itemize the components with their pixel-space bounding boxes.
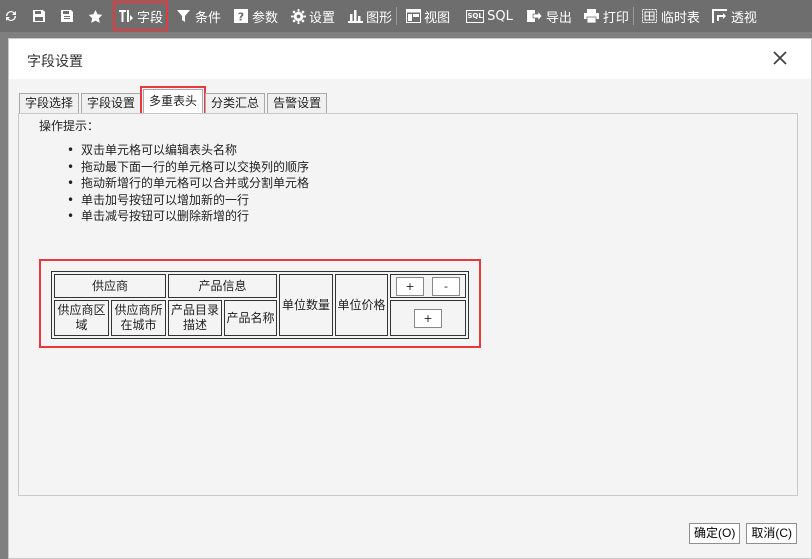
row-controls: + - [390,274,466,298]
add-row-button[interactable]: + [396,276,424,296]
cell-text: 域 [75,318,88,332]
toolbar-divider [396,7,398,25]
cell-text: 产品目录 [170,303,219,317]
multi-header-panel: 操作提示： 双击单元格可以编辑表头名称 拖动最下面一行的单元格可以交换列的顺序 … [18,113,798,496]
sql-button[interactable]: SQL SQL [466,3,513,29]
temp-table-icon [642,8,658,24]
header-cell-unit-qty[interactable]: 单位数量 [279,274,333,336]
close-icon[interactable] [771,49,789,67]
star-icon [87,8,103,24]
settings-label: 设置 [309,10,336,26]
view-button[interactable]: 视图 [405,3,450,29]
chart-button[interactable]: 图形 [347,3,392,29]
favorite-button[interactable] [87,3,103,29]
dialog-title: 字段设置 [27,54,83,70]
field-settings-dialog: 字段设置 字段选择 字段设置 多重表头 分类汇总 告警设置 操作提示： 双击单元… [8,38,812,559]
header-cell-supplier[interactable]: 供应商 [54,274,166,298]
cell-text: 描述 [182,318,207,332]
cancel-button[interactable]: 取消(C) [746,523,797,544]
sql-label: SQL [487,8,513,24]
print-button[interactable]: 打印 [584,3,629,29]
temp-table-label: 临时表 [660,10,700,26]
fields-label: 字段 [137,10,164,26]
tip-item: 双击单元格可以编辑表头名称 [67,142,309,159]
refresh-button[interactable] [3,3,19,29]
cell-text: 产品信息 [198,278,247,293]
pivot-icon [712,8,728,24]
settings-button[interactable]: 设置 [290,3,335,29]
remove-row-button[interactable]: - [432,276,460,296]
cell-text: 供应商 [91,278,128,293]
tab-group-summary[interactable]: 分类汇总 [205,93,266,113]
tab-field-select[interactable]: 字段选择 [19,93,80,113]
add-row-button[interactable]: + [414,308,442,328]
params-label: 参数 [252,10,279,26]
chart-label: 图形 [366,10,393,26]
cell-text: 供应商区 [57,303,106,317]
header-cell-product-desc[interactable]: 产品目录 描述 [168,300,222,336]
header-cell-unit-price[interactable]: 单位价格 [335,274,388,336]
tip-item: 拖动最下面一行的单元格可以交换列的顺序 [67,159,309,176]
dialog-header: 字段设置 [9,39,811,79]
view-label: 视图 [424,10,451,26]
pivot-button[interactable]: 透视 [712,3,757,29]
main-toolbar: 字段 条件 ? 参数 设置 图形 视图 SQL SQL 导出 打印 临时表 透视 [0,0,812,32]
header-grid: 供应商 产品信息 单位数量 单位价格 + - 供应商区域 供应商所 在城市 产品目录… [51,271,469,339]
refresh-icon [3,8,19,24]
header-cell-supplier-region[interactable]: 供应商区域 [54,300,109,336]
tab-alert-settings[interactable]: 告警设置 [267,93,328,113]
sql-icon: SQL [466,9,485,23]
header-cell-product-info[interactable]: 产品信息 [168,274,277,298]
cell-text: 单位价格 [337,297,386,312]
condition-label: 条件 [195,10,222,26]
temp-table-button[interactable]: 临时表 [642,3,700,29]
chart-icon [347,8,363,24]
pivot-label: 透视 [730,10,757,26]
tip-item: 单击减号按钮可以删除新增的行 [67,208,309,225]
fields-button[interactable]: 字段 [112,1,169,31]
view-icon [405,8,421,24]
tips-list: 双击单元格可以编辑表头名称 拖动最下面一行的单元格可以交换列的顺序 拖动新增行的… [67,142,309,225]
tab-field-settings[interactable]: 字段设置 [81,93,142,113]
row-controls: + [390,300,466,336]
toolbar-divider [632,7,634,25]
cell-text: 在城市 [120,318,157,332]
help-icon: ? [233,8,249,24]
dialog-tabs: 字段选择 字段设置 多重表头 分类汇总 告警设置 [19,86,329,116]
svg-text:?: ? [238,11,244,24]
condition-button[interactable]: 条件 [176,3,221,29]
tip-item: 拖动新增行的单元格可以合并或分割单元格 [67,175,309,192]
export-label: 导出 [545,10,572,26]
cell-text: 单位数量 [281,297,330,312]
tab-multi-header[interactable]: 多重表头 [140,86,207,116]
print-icon [584,8,600,24]
params-button[interactable]: ? 参数 [233,3,278,29]
dialog-footer: 确定(O) 取消(C) [689,523,797,544]
header-cell-product-name[interactable]: 产品名称 [224,300,277,336]
filter-icon [176,8,192,24]
gear-icon [290,8,306,24]
export-button[interactable]: 导出 [527,3,572,29]
export-icon [527,8,543,24]
fields-icon [118,8,134,24]
header-editor: 供应商 产品信息 单位数量 单位价格 + - 供应商区域 供应商所 在城市 产品目录… [39,259,481,348]
save-as-button[interactable] [59,3,75,29]
tip-item: 单击加号按钮可以增加新的一行 [67,192,309,209]
print-label: 打印 [602,10,629,26]
tips-title: 操作提示： [39,119,100,133]
ok-button[interactable]: 确定(O) [689,523,741,544]
save-icon [31,8,47,24]
header-cell-supplier-city[interactable]: 供应商所 在城市 [111,300,166,336]
cell-text: 供应商所 [114,303,163,317]
save-button[interactable] [31,3,47,29]
cell-text: 产品名称 [226,310,275,325]
save-as-icon [59,8,75,24]
